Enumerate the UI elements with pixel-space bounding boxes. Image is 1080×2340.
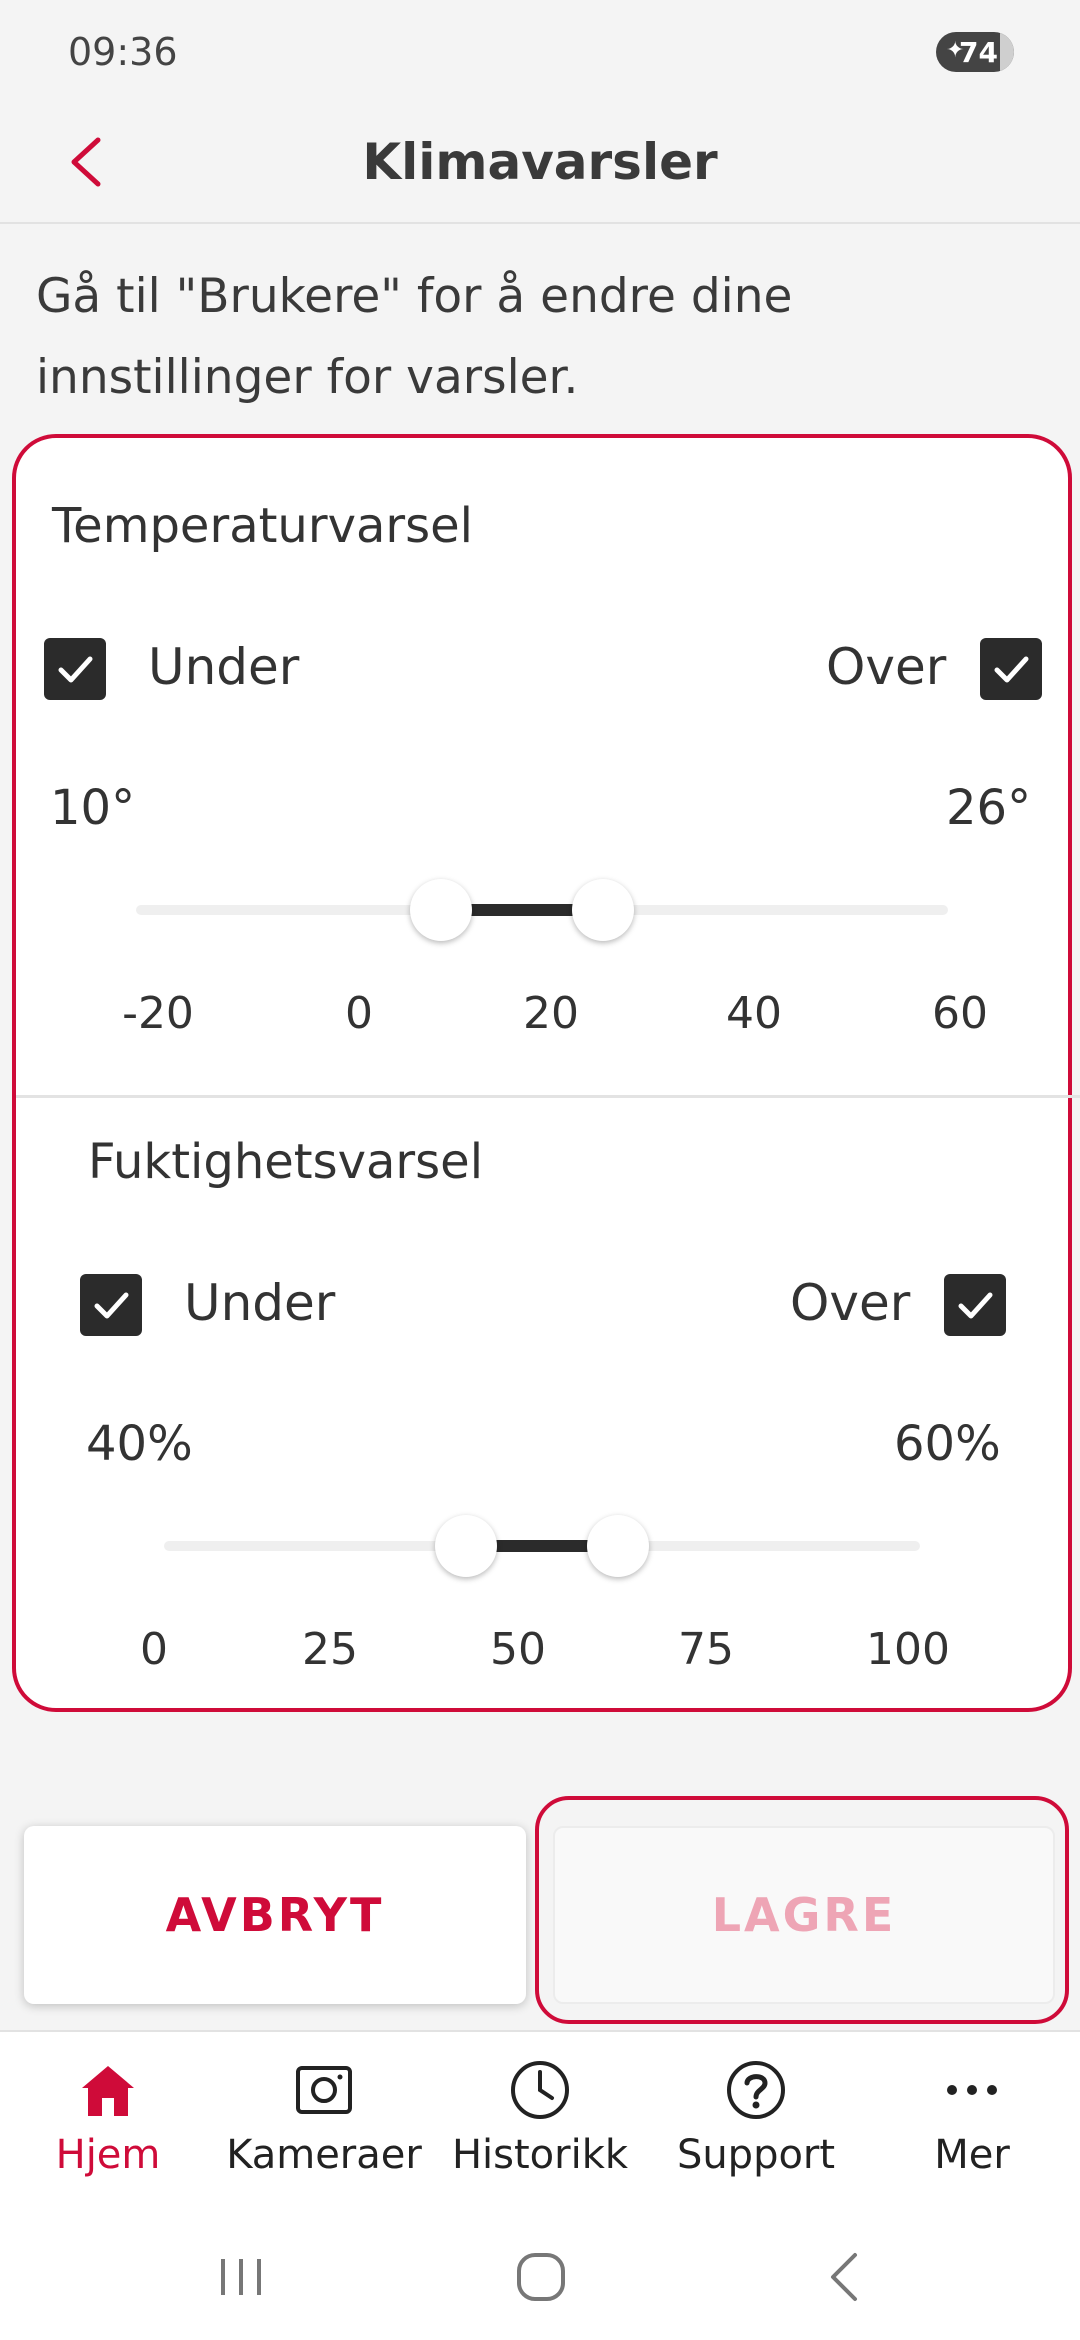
- home-system-button[interactable]: [496, 2232, 586, 2322]
- battery-level: 74: [959, 35, 998, 69]
- recent-apps-icon: [221, 2259, 261, 2295]
- more-icon: [947, 2085, 997, 2095]
- humidity-tick: 0: [140, 1624, 168, 1675]
- checkmark-icon: [58, 656, 93, 683]
- nav-label-history: Historikk: [451, 2132, 629, 2178]
- humidity-section-title: Fuktighetsvarsel: [88, 1134, 484, 1190]
- humidity-over-label: Over: [790, 1274, 911, 1332]
- help-icon: [727, 2061, 785, 2119]
- slider-thumb-high[interactable]: [571, 879, 634, 941]
- humidity-over-checkbox[interactable]: [944, 1274, 1006, 1336]
- app-header: Klimavarsler: [0, 100, 1080, 224]
- screen: 09:36 ✦ 74 Klimavarsler Gå til "Brukere"…: [0, 0, 1080, 2340]
- checkmark-icon: [94, 1292, 129, 1319]
- temperature-section-title: Temperaturvarsel: [52, 498, 474, 554]
- checkmark-icon: [958, 1292, 993, 1319]
- clock-icon: [511, 2061, 569, 2119]
- info-text: Gå til "Brukere" for å endre dine innsti…: [36, 269, 793, 405]
- cancel-button[interactable]: AVBRYT: [24, 1826, 526, 2004]
- back-button[interactable]: [46, 122, 126, 202]
- camera-icon: [296, 2066, 352, 2114]
- temperature-tick: 60: [932, 988, 988, 1039]
- nav-label-home: Hjem: [55, 2132, 161, 2178]
- alert-settings-card: Temperaturvarsel Under Over 10° 26° -20 …: [12, 434, 1080, 1712]
- humidity-low-value: 40%: [86, 1416, 193, 1472]
- temperature-tick: 40: [726, 988, 782, 1039]
- temperature-under-checkbox[interactable]: [44, 638, 106, 700]
- humidity-tick: 100: [866, 1624, 950, 1675]
- nav-label-cameras: Kameraer: [226, 2132, 422, 2178]
- nav-item-history[interactable]: Historikk: [432, 2032, 648, 2210]
- nav-item-more[interactable]: Mer: [864, 2032, 1080, 2210]
- nav-item-home[interactable]: Hjem: [0, 2032, 216, 2210]
- home-circle-icon: [517, 2253, 565, 2301]
- humidity-under-label: Under: [184, 1274, 336, 1332]
- system-back-button[interactable]: [800, 2232, 890, 2322]
- chevron-left-icon: [71, 137, 101, 187]
- humidity-tick: 75: [678, 1624, 734, 1675]
- nav-label-support: Support: [676, 2132, 836, 2178]
- home-icon: [82, 2066, 134, 2116]
- temperature-tick: 20: [523, 988, 579, 1039]
- temperature-low-value: 10°: [50, 780, 136, 836]
- temperature-over-label: Over: [826, 638, 947, 696]
- checkmark-icon: [994, 656, 1029, 683]
- save-button[interactable]: LAGRE: [553, 1826, 1055, 2004]
- slider-thumb-high[interactable]: [586, 1515, 649, 1577]
- page-title: Klimavarsler: [362, 133, 718, 191]
- system-navigation-bar: [0, 2208, 1080, 2340]
- temperature-under-label: Under: [148, 638, 300, 696]
- temperature-over-checkbox[interactable]: [980, 638, 1042, 700]
- nav-label-more: Mer: [934, 2132, 1010, 2178]
- slider-thumb-low[interactable]: [435, 1515, 498, 1577]
- humidity-tick: 25: [302, 1624, 358, 1675]
- recent-apps-button[interactable]: [196, 2232, 286, 2322]
- humidity-high-value: 60%: [894, 1416, 1001, 1472]
- temperature-tick: -20: [122, 988, 194, 1039]
- temperature-tick: 0: [345, 988, 373, 1039]
- back-arrow-icon: [831, 2253, 857, 2301]
- nav-item-support[interactable]: Support: [648, 2032, 864, 2210]
- status-time: 09:36: [68, 30, 178, 74]
- humidity-tick: 50: [490, 1624, 546, 1675]
- section-divider: [16, 1095, 1080, 1098]
- slider-thumb-low[interactable]: [409, 879, 472, 941]
- status-bar: 09:36 ✦ 74: [0, 0, 1080, 100]
- temperature-high-value: 26°: [946, 780, 1032, 836]
- battery-indicator: ✦ 74: [936, 32, 1014, 72]
- bottom-navigation: Hjem Kameraer Historikk Support Mer: [0, 2030, 1080, 2208]
- humidity-under-checkbox[interactable]: [80, 1274, 142, 1336]
- nav-item-cameras[interactable]: Kameraer: [216, 2032, 432, 2210]
